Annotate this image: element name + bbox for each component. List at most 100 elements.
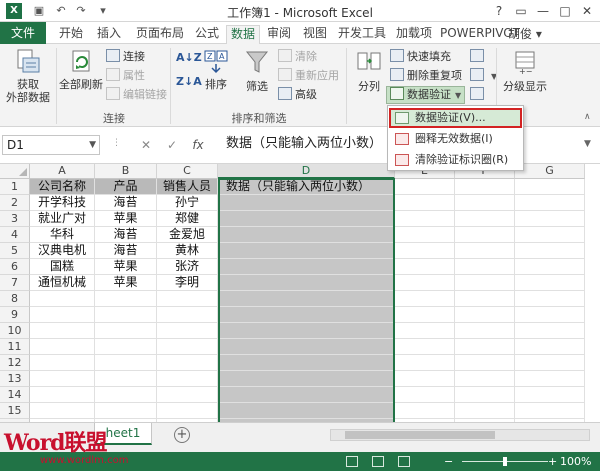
cell-b8[interactable] [95, 291, 157, 307]
cell-a2[interactable]: 开学科技 [30, 195, 95, 211]
edit-links-button[interactable]: 编辑链接 [106, 87, 167, 103]
cell-c1[interactable]: 销售人员 [157, 179, 218, 195]
properties-button[interactable]: 属性 [106, 68, 145, 84]
cancel-icon[interactable]: ✕ [138, 136, 154, 154]
tab-data[interactable]: 数据 [226, 25, 260, 45]
help-button[interactable]: ? [490, 2, 508, 20]
zoom-slider-thumb[interactable] [503, 457, 507, 466]
cell-c10[interactable] [157, 323, 218, 339]
cell-f9[interactable] [455, 307, 515, 323]
cell-g7[interactable] [515, 275, 585, 291]
horizontal-scrollbar[interactable] [330, 429, 590, 441]
cell-a4[interactable]: 华科 [30, 227, 95, 243]
reapply-button[interactable]: 重新应用 [278, 68, 339, 84]
cell-e9[interactable] [395, 307, 455, 323]
column-header-g[interactable]: G [515, 164, 585, 179]
cell-b14[interactable] [95, 387, 157, 403]
cell-a3[interactable]: 就业广对 [30, 211, 95, 227]
tab-home[interactable]: 开始 [56, 25, 86, 44]
row-header[interactable]: 5 [0, 243, 30, 259]
menu-item-clear-circles[interactable]: 清除验证标识圈(R) [389, 150, 522, 170]
cell-g6[interactable] [515, 259, 585, 275]
row-header[interactable]: 15 [0, 403, 30, 419]
cell-b4[interactable]: 海苔 [95, 227, 157, 243]
cell-f6[interactable] [455, 259, 515, 275]
cell-b10[interactable] [95, 323, 157, 339]
cell-b13[interactable] [95, 371, 157, 387]
sort-button[interactable]: ZA 排序 [200, 48, 232, 91]
cell-a1[interactable]: 公司名称 [30, 179, 95, 195]
column-header-c[interactable]: C [157, 164, 218, 179]
cell-g10[interactable] [515, 323, 585, 339]
normal-view-icon[interactable] [346, 456, 358, 467]
collapse-ribbon-icon[interactable]: ∧ [584, 112, 591, 122]
cell-c4[interactable]: 金爱旭 [157, 227, 218, 243]
zoom-level[interactable]: 100% [560, 452, 591, 471]
cell-a13[interactable] [30, 371, 95, 387]
cell-f10[interactable] [455, 323, 515, 339]
cell-a8[interactable] [30, 291, 95, 307]
cell-c12[interactable] [157, 355, 218, 371]
cell-c9[interactable] [157, 307, 218, 323]
cell-d6[interactable] [218, 259, 395, 275]
cell-d4[interactable] [218, 227, 395, 243]
cell-a5[interactable]: 汉典电机 [30, 243, 95, 259]
cell-e13[interactable] [395, 371, 455, 387]
clear-filter-button[interactable]: 清除 [278, 49, 317, 65]
row-header[interactable]: 12 [0, 355, 30, 371]
cell-g2[interactable] [515, 195, 585, 211]
cell-d11[interactable] [218, 339, 395, 355]
cell-e5[interactable] [395, 243, 455, 259]
worksheet-grid[interactable]: ABCDEFG1公司名称产品销售人员数据（只能输入两位小数）2开学科技海苔孙宁3… [0, 164, 600, 422]
cell-d12[interactable] [218, 355, 395, 371]
page-layout-view-icon[interactable] [372, 456, 384, 467]
cell-e1[interactable] [395, 179, 455, 195]
cell-b12[interactable] [95, 355, 157, 371]
remove-duplicates-button[interactable]: 删除重复项 [390, 68, 462, 84]
cell-d5[interactable] [218, 243, 395, 259]
cell-d2[interactable] [218, 195, 395, 211]
cell-e10[interactable] [395, 323, 455, 339]
add-sheet-button[interactable]: + [174, 427, 190, 443]
column-header-d[interactable]: D [218, 164, 395, 179]
cell-d10[interactable] [218, 323, 395, 339]
cell-e2[interactable] [395, 195, 455, 211]
cell-g15[interactable] [515, 403, 585, 419]
cell-b7[interactable]: 苹果 [95, 275, 157, 291]
cell-a9[interactable] [30, 307, 95, 323]
tab-powerpivot[interactable]: POWERPIVOT [440, 25, 520, 44]
row-header[interactable]: 1 [0, 179, 30, 195]
cell-b11[interactable] [95, 339, 157, 355]
consolidate-icon[interactable] [470, 49, 487, 65]
tab-view[interactable]: 视图 [300, 25, 330, 44]
cell-a6[interactable]: 国糕 [30, 259, 95, 275]
cell-d1[interactable]: 数据（只能输入两位小数） [218, 179, 395, 195]
expand-formula-icon[interactable]: ▼ [584, 139, 591, 149]
cell-a12[interactable] [30, 355, 95, 371]
cell-f4[interactable] [455, 227, 515, 243]
cell-g9[interactable] [515, 307, 585, 323]
cell-a15[interactable] [30, 403, 95, 419]
cell-f14[interactable] [455, 387, 515, 403]
cell-e12[interactable] [395, 355, 455, 371]
cell-e6[interactable] [395, 259, 455, 275]
what-if-icon[interactable]: ▼ [470, 68, 497, 84]
cell-g13[interactable] [515, 371, 585, 387]
row-header[interactable]: 14 [0, 387, 30, 403]
cell-c5[interactable]: 黄林 [157, 243, 218, 259]
sort-ascending-icon[interactable]: A↓Z [176, 50, 202, 66]
cell-f13[interactable] [455, 371, 515, 387]
enter-icon[interactable]: ✓ [164, 136, 180, 154]
select-all-button[interactable] [0, 164, 30, 179]
row-header[interactable]: 9 [0, 307, 30, 323]
flash-fill-button[interactable]: 快速填充 [390, 49, 451, 65]
cell-f11[interactable] [455, 339, 515, 355]
insert-function-icon[interactable]: fx [190, 136, 206, 154]
cell-c7[interactable]: 李明 [157, 275, 218, 291]
minimize-button[interactable]: — [534, 2, 552, 20]
cell-e3[interactable] [395, 211, 455, 227]
cell-g8[interactable] [515, 291, 585, 307]
cell-a11[interactable] [30, 339, 95, 355]
restore-button[interactable]: □ [556, 2, 574, 20]
cell-b6[interactable]: 苹果 [95, 259, 157, 275]
